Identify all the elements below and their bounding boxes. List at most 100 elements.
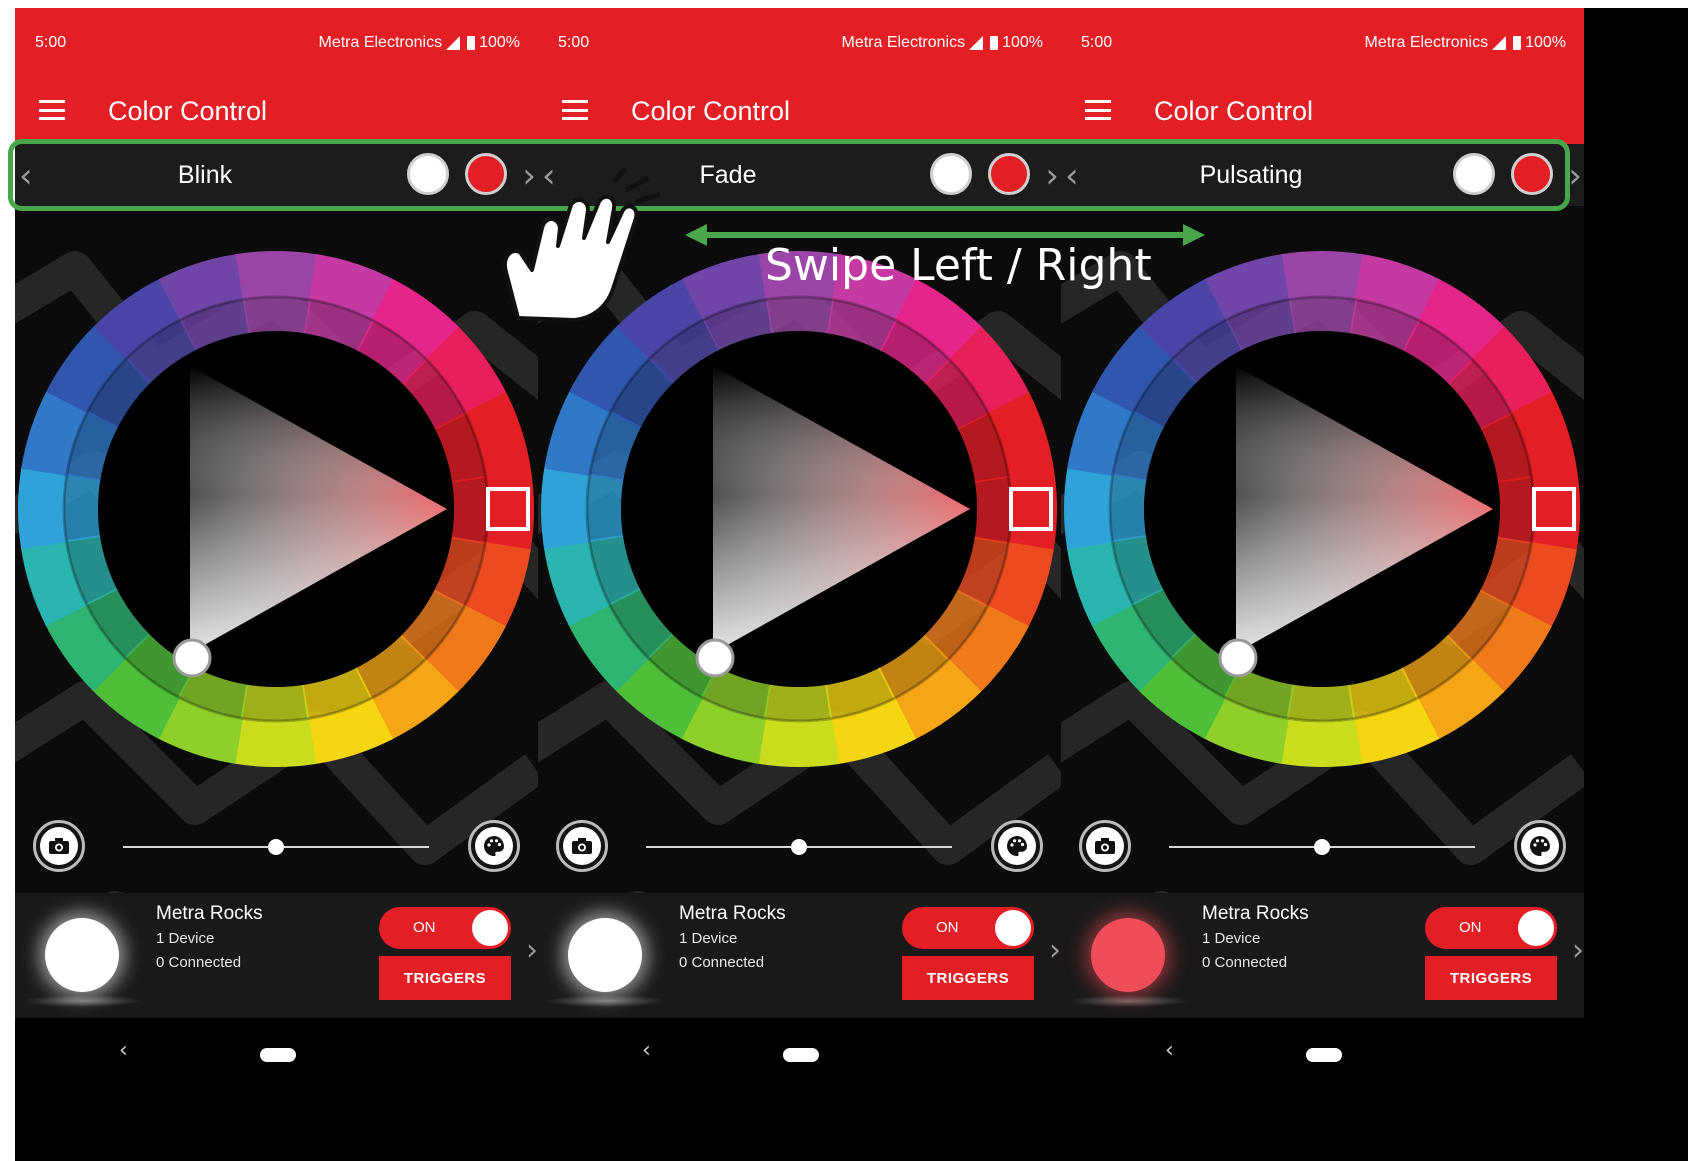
hue-ring-outer-segment[interactable] [1064, 466, 1113, 550]
battery-level: 100% [1525, 34, 1566, 51]
palette-button[interactable] [468, 820, 520, 872]
glow-reflection [546, 995, 666, 1007]
hue-ring-inner-segment[interactable] [1286, 684, 1356, 721]
battery-level: 100% [1002, 34, 1043, 51]
power-toggle[interactable]: ON [1425, 907, 1557, 949]
status-time: 5:00 [1081, 34, 1113, 51]
status-carrier: Metra Electronics 100% [841, 34, 1043, 52]
controls-row [538, 808, 1061, 888]
hue-ring-inner-segment[interactable] [1497, 475, 1534, 545]
camera-button[interactable] [1079, 820, 1131, 872]
device-bar[interactable]: Metra Rocks 1 Device 0 Connected ON TRIG… [15, 893, 538, 1018]
palette-button[interactable] [1514, 820, 1566, 872]
chevron-right-icon[interactable]: › [526, 933, 538, 968]
camera-button[interactable] [556, 820, 608, 872]
hue-ring-inner-segment[interactable] [974, 475, 1011, 545]
power-toggle[interactable]: ON [379, 907, 511, 949]
status-bar: 5:00 Metra Electronics 100% [538, 8, 1061, 78]
battery-level: 100% [479, 34, 520, 51]
hue-ring-outer-segment[interactable] [235, 251, 319, 300]
camera-icon [40, 827, 78, 865]
signal-icon [1492, 36, 1507, 50]
hue-ring-outer-segment[interactable] [18, 466, 67, 550]
page-title: Color Control [108, 96, 268, 126]
nav-back-icon[interactable]: ‹ [119, 1038, 128, 1063]
nav-back-icon[interactable]: ‹ [1165, 1038, 1174, 1063]
brightness-slider-thumb[interactable] [1314, 839, 1330, 855]
palette-icon [475, 827, 513, 865]
page-title: Color Control [1154, 96, 1314, 126]
hue-ring-inner-segment[interactable] [240, 684, 310, 721]
nav-home-icon[interactable] [260, 1048, 296, 1062]
triggers-button[interactable]: TRIGGERS [902, 956, 1034, 1000]
menu-icon[interactable] [39, 100, 65, 120]
triggers-button[interactable]: TRIGGERS [1425, 956, 1557, 1000]
hue-ring-inner-segment[interactable] [451, 475, 488, 545]
chevron-right-icon[interactable]: › [1568, 156, 1582, 196]
brightness-slider-thumb[interactable] [791, 839, 807, 855]
signal-icon [446, 36, 461, 50]
chevron-right-icon[interactable]: › [1572, 933, 1584, 968]
toggle-label: ON [936, 919, 959, 936]
device-bar[interactable]: Metra Rocks 1 Device 0 Connected ON TRIG… [1061, 893, 1584, 1018]
triangle-picker-handle[interactable] [1218, 638, 1258, 678]
hue-ring-inner-segment[interactable] [765, 297, 835, 334]
hue-ring-inner-segment[interactable] [587, 473, 624, 543]
palette-button[interactable] [991, 820, 1043, 872]
battery-icon [1513, 36, 1522, 50]
controls-row [15, 808, 538, 888]
chevron-right-icon[interactable]: › [1049, 933, 1061, 968]
page-title: Color Control [631, 96, 791, 126]
controls-row [1061, 808, 1584, 888]
menu-icon[interactable] [562, 100, 588, 120]
hue-ring-outer-segment[interactable] [1281, 251, 1365, 300]
status-bar: 5:00 Metra Electronics 100% [15, 8, 538, 78]
triggers-button[interactable]: TRIGGERS [379, 956, 511, 1000]
battery-icon [467, 36, 476, 50]
carrier-name: Metra Electronics [318, 34, 443, 51]
status-carrier: Metra Electronics 100% [1364, 34, 1566, 52]
status-time: 5:00 [558, 34, 590, 51]
hue-ring-outer-segment[interactable] [756, 718, 840, 767]
color-wheel[interactable] [1061, 248, 1584, 771]
device-connected: 0 Connected [1202, 954, 1288, 971]
brightness-slider-thumb[interactable] [268, 839, 284, 855]
system-nav-bar: ‹ [538, 1018, 1061, 1161]
status-bar: 5:00 Metra Electronics 100% [1061, 8, 1584, 78]
toggle-knob [472, 910, 508, 946]
system-nav-bar: ‹ [15, 1018, 538, 1161]
camera-button[interactable] [33, 820, 85, 872]
app-toolbar: Color Control [538, 78, 1061, 144]
hand-swipe-icon [503, 168, 661, 322]
carrier-name: Metra Electronics [1364, 34, 1489, 51]
hue-ring-inner-segment[interactable] [242, 297, 312, 334]
color-wheel[interactable] [15, 248, 538, 771]
hue-ring-outer-segment[interactable] [1279, 718, 1363, 767]
palette-icon [998, 827, 1036, 865]
nav-home-icon[interactable] [1306, 1048, 1342, 1062]
nav-back-icon[interactable]: ‹ [642, 1038, 651, 1063]
hue-ring-outer-segment[interactable] [233, 718, 317, 767]
menu-icon[interactable] [1085, 100, 1111, 120]
triangle-picker-handle[interactable] [695, 638, 735, 678]
device-count: 1 Device [1202, 930, 1261, 947]
power-toggle[interactable]: ON [902, 907, 1034, 949]
hue-ring-outer-segment[interactable] [541, 466, 590, 550]
hue-ring-inner-segment[interactable] [1110, 473, 1147, 543]
signal-icon [969, 36, 984, 50]
hue-ring-inner-segment[interactable] [1288, 297, 1358, 334]
triangle-picker-handle[interactable] [172, 638, 212, 678]
device-count: 1 Device [679, 930, 738, 947]
glow-reflection [23, 995, 143, 1007]
device-name: Metra Rocks [1202, 903, 1309, 924]
camera-icon [1086, 827, 1124, 865]
device-color-preview [568, 918, 642, 992]
device-connected: 0 Connected [679, 954, 765, 971]
nav-home-icon[interactable] [783, 1048, 819, 1062]
device-name: Metra Rocks [679, 903, 786, 924]
hue-ring-inner-segment[interactable] [763, 684, 833, 721]
hue-ring-inner-segment[interactable] [64, 473, 101, 543]
palette-icon [1521, 827, 1559, 865]
device-bar[interactable]: Metra Rocks 1 Device 0 Connected ON TRIG… [538, 893, 1061, 1018]
battery-icon [990, 36, 999, 50]
